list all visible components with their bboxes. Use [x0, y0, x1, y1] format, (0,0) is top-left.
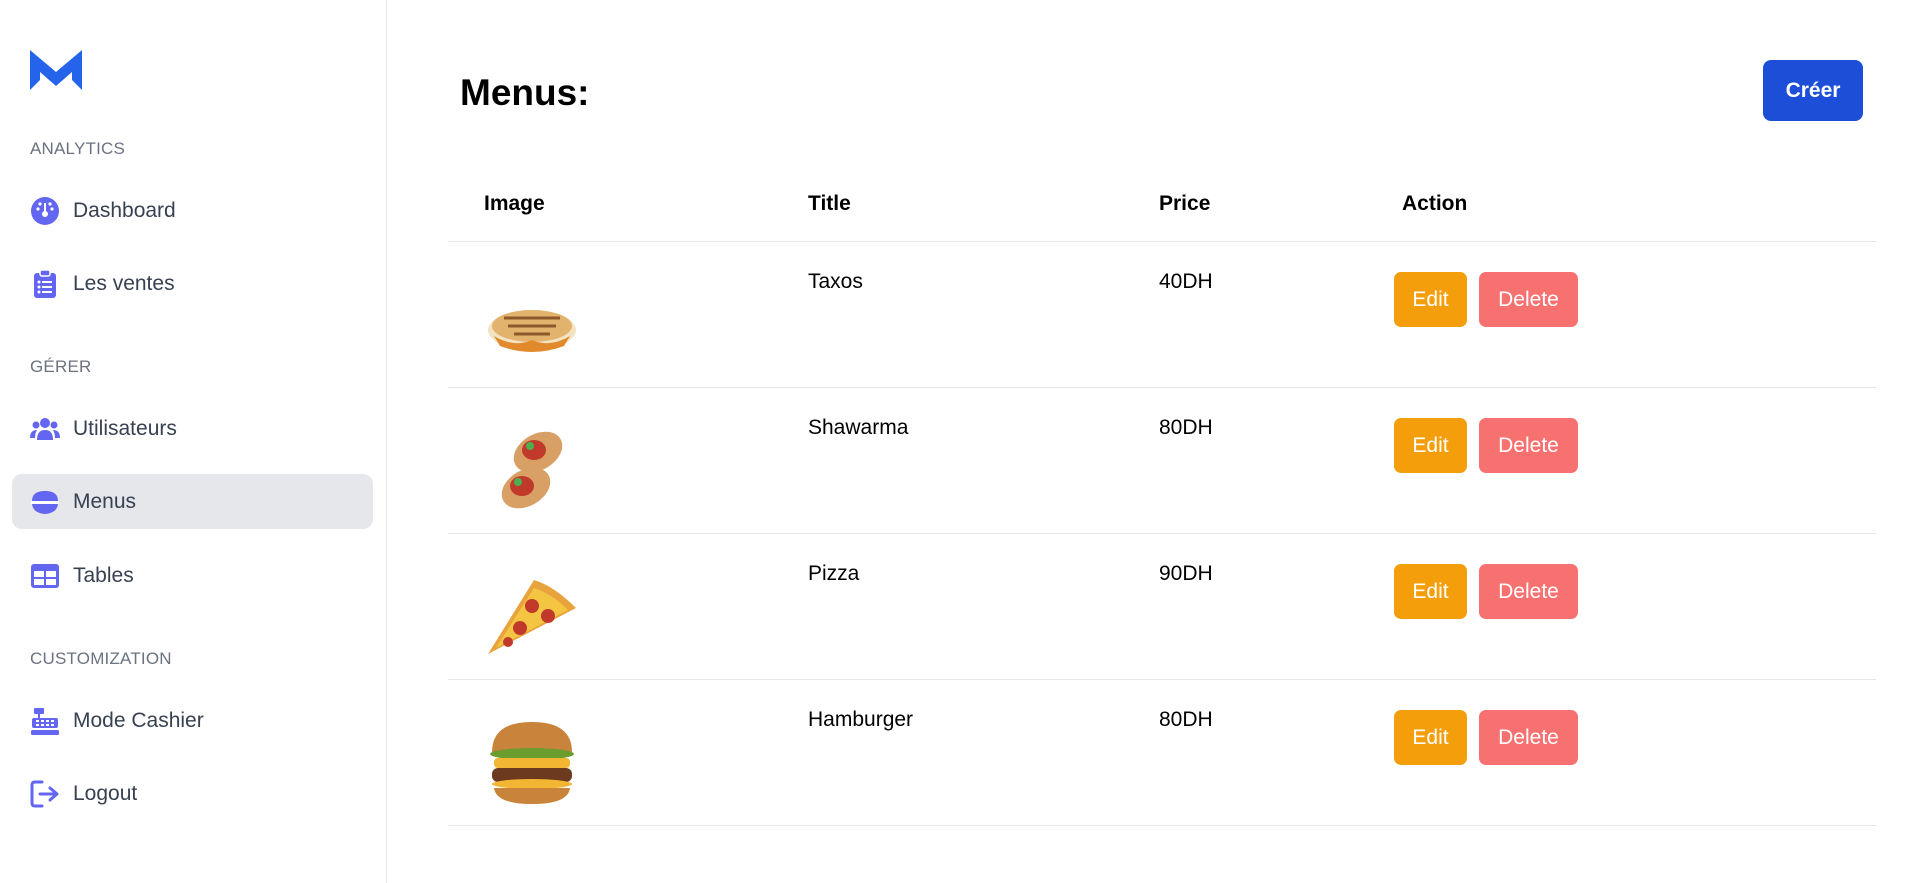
- sidebar-item-label: Mode Cashier: [73, 708, 204, 732]
- sidebar-item-label: Logout: [73, 781, 138, 805]
- dashboard-icon: [30, 196, 60, 226]
- sidebar-item-mode-cashier[interactable]: Mode Cashier: [12, 693, 373, 748]
- bowl-icon: [30, 487, 60, 517]
- item-price: 80DH: [1159, 708, 1213, 731]
- clipboard-list-icon: [30, 268, 60, 299]
- item-price: 80DH: [1159, 416, 1213, 439]
- delete-button[interactable]: Delete: [1479, 564, 1578, 619]
- sidebar-item-dashboard[interactable]: Dashboard: [12, 183, 373, 238]
- app-logo[interactable]: [30, 50, 82, 90]
- section-label-analytics: ANALYTICS: [30, 139, 126, 158]
- shawarma-image: [501, 431, 563, 509]
- table-icon: [30, 561, 60, 591]
- item-price: 90DH: [1159, 562, 1213, 585]
- sidebar-item-les-ventes[interactable]: Les ventes: [12, 256, 373, 311]
- section-label-customization: CUSTOMIZATION: [30, 649, 172, 668]
- item-price: 40DH: [1159, 270, 1213, 293]
- item-title: Hamburger: [808, 708, 914, 731]
- sidebar-item-label: Utilisateurs: [73, 416, 177, 440]
- sidebar-item-label: Dashboard: [73, 198, 176, 222]
- item-title: Pizza: [808, 562, 860, 585]
- sidebar-item-logout[interactable]: Logout: [12, 766, 373, 821]
- edit-button[interactable]: Edit: [1394, 272, 1467, 327]
- table-row: Taxos 40DH Edit Delete: [448, 242, 1876, 388]
- section-label-gerer: GÉRER: [30, 357, 92, 376]
- logout-icon: [30, 779, 60, 809]
- sidebar-item-label: Les ventes: [73, 271, 175, 295]
- edit-button[interactable]: Edit: [1394, 710, 1467, 765]
- create-button[interactable]: Créer: [1763, 60, 1863, 121]
- item-title: Taxos: [808, 270, 863, 293]
- taxos-image: [488, 310, 576, 352]
- sidebar-item-label: Tables: [73, 563, 134, 587]
- item-title: Shawarma: [808, 416, 909, 439]
- delete-button[interactable]: Delete: [1479, 418, 1578, 473]
- page-title: Menus:: [460, 72, 590, 113]
- pizza-image: [488, 580, 576, 654]
- sidebar-item-utilisateurs[interactable]: Utilisateurs: [12, 401, 373, 456]
- column-header-image: Image: [484, 192, 545, 215]
- table-row: Pizza 90DH Edit Delete: [448, 534, 1876, 680]
- users-icon: [30, 414, 60, 444]
- column-header-price: Price: [1159, 192, 1211, 215]
- cash-register-icon: [30, 706, 60, 736]
- edit-button[interactable]: Edit: [1394, 564, 1467, 619]
- table-row: Shawarma 80DH Edit Delete: [448, 388, 1876, 534]
- sidebar-item-menus[interactable]: Menus: [12, 474, 373, 529]
- sidebar-item-tables[interactable]: Tables: [12, 548, 373, 603]
- edit-button[interactable]: Edit: [1394, 418, 1467, 473]
- delete-button[interactable]: Delete: [1479, 272, 1578, 327]
- table-header: Image Title Price Action: [448, 170, 1876, 242]
- column-header-title: Title: [808, 192, 851, 215]
- column-header-action: Action: [1402, 192, 1468, 215]
- delete-button[interactable]: Delete: [1479, 710, 1578, 765]
- hamburger-image: [490, 722, 574, 804]
- sidebar: ANALYTICS Dashboard Les ventes GÉRER Uti…: [0, 0, 387, 883]
- menus-table: Image Title Price Action Taxos 40DH Edit…: [448, 170, 1876, 826]
- sidebar-item-label: Menus: [73, 489, 137, 513]
- main-content: Menus: Créer Image Title Price Action Ta…: [388, 0, 1920, 883]
- table-row: Hamburger 80DH Edit Delete: [448, 680, 1876, 826]
